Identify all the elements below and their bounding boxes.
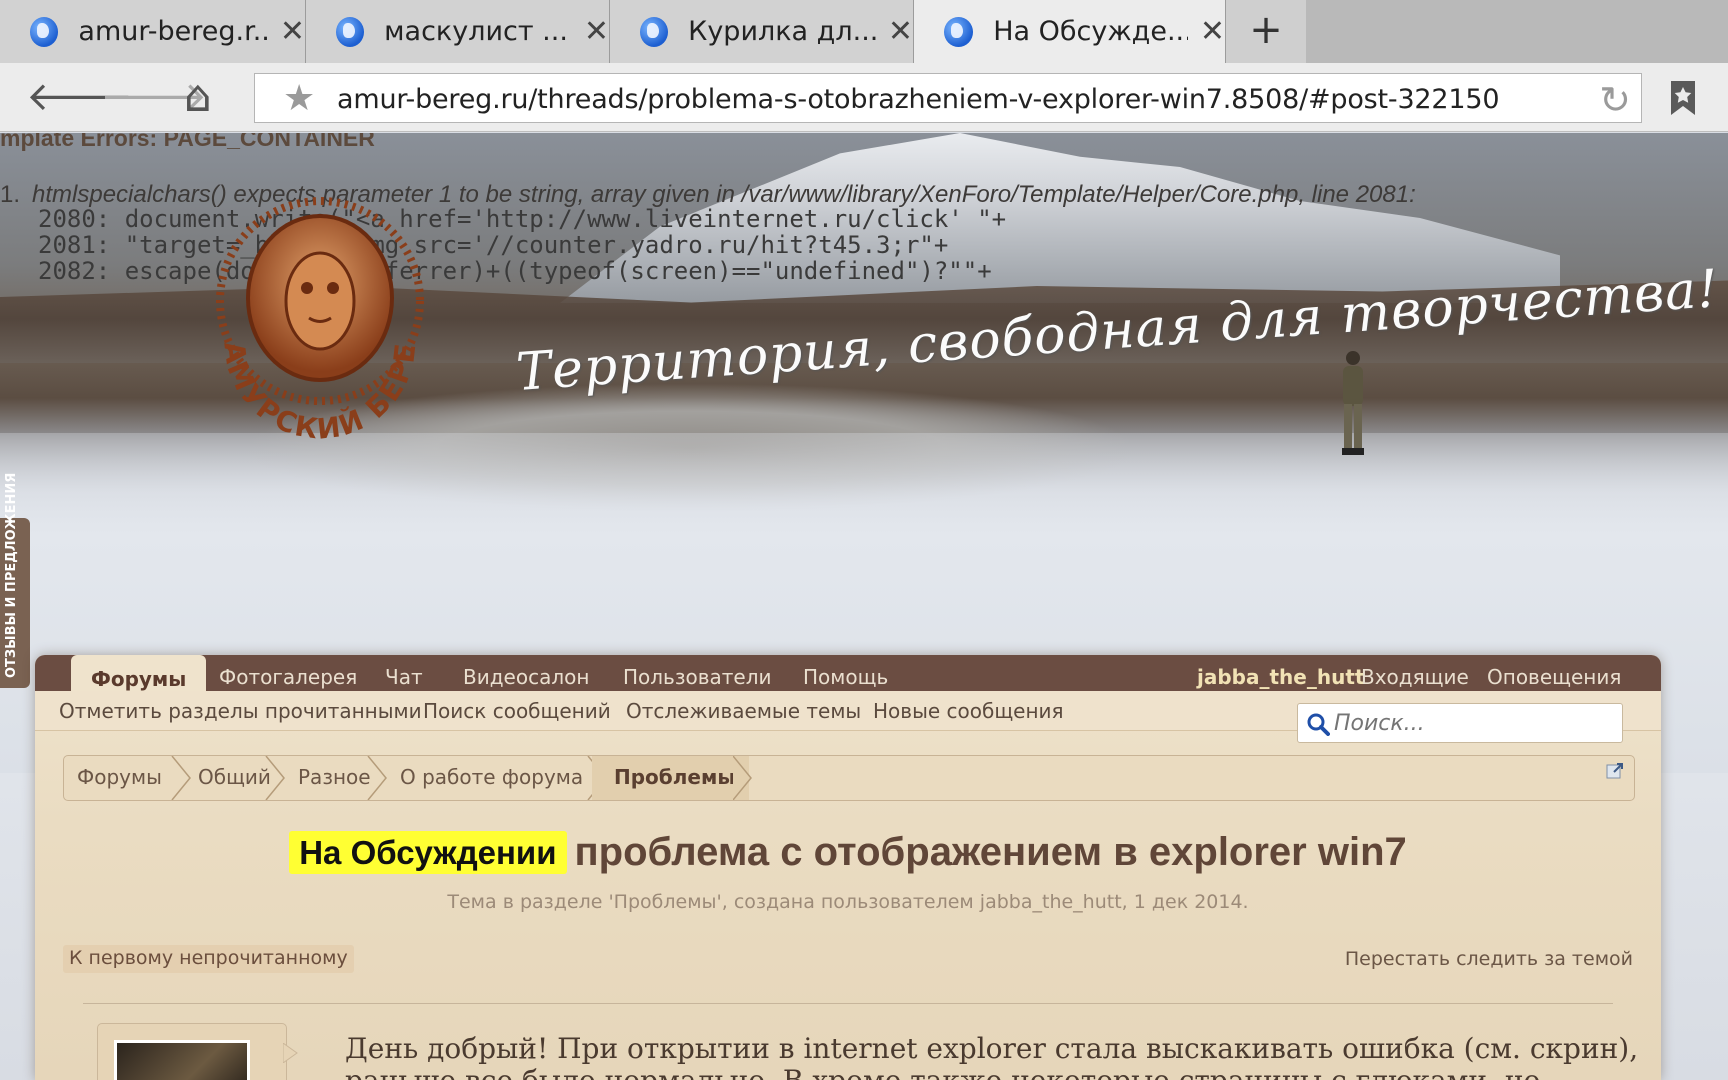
tab-title: amur-bereg.r... <box>78 16 268 47</box>
close-tab-icon[interactable]: ✕ <box>888 14 913 49</box>
thread-title: проблема с отображением в explorer win7 <box>574 830 1407 874</box>
forum-container: Форумы Фотогалерея Чат Видеосалон Пользо… <box>35 655 1661 1080</box>
breadcrumb-separator-icon <box>367 756 387 800</box>
nav-alerts[interactable]: Оповещения <box>1487 665 1621 689</box>
globe-icon <box>640 16 669 47</box>
template-error-title: mplate Errors: PAGE_CONTAINER <box>0 133 375 151</box>
error-index: 1. <box>0 181 21 208</box>
error-code-line: 2080: document.write("<a href='http://ww… <box>38 205 1007 233</box>
nav-tab-photo-gallery[interactable]: Фотогалерея <box>219 665 357 689</box>
close-tab-icon[interactable]: ✕ <box>280 14 305 49</box>
error-code-line: 2081: "target=_blank><img src='//counter… <box>38 231 949 259</box>
globe-icon <box>336 16 365 47</box>
author-arrow-icon <box>283 1043 298 1063</box>
new-posts-link[interactable]: Новые сообщения <box>873 699 1064 723</box>
post-text-line: День добрый! При открытии в internet exp… <box>345 1032 1639 1065</box>
url-text[interactable]: amur-bereg.ru/threads/problema-s-otobraz… <box>337 84 1500 115</box>
post-author-box <box>97 1023 287 1080</box>
search-input[interactable] <box>1334 708 1614 738</box>
breadcrumb-general[interactable]: Общий <box>198 756 271 800</box>
breadcrumb-separator-icon <box>265 756 285 800</box>
star-icon[interactable]: ★ <box>283 78 315 119</box>
forward-icon[interactable]: 🡒 <box>100 77 207 117</box>
tab-title: На Обсужде... <box>993 16 1188 47</box>
breadcrumb-current-problems[interactable]: Проблемы <box>592 756 750 800</box>
feedback-tab[interactable]: ОТЗЫВЫ И ПРЕДЛОЖЕНИЯ <box>0 473 30 688</box>
nav-user-account[interactable]: jabba_the_hutt <box>1197 665 1364 689</box>
tab-title: маскулист ... <box>384 16 568 47</box>
nav-tab-chat[interactable]: Чат <box>385 665 423 689</box>
mark-forums-read-link[interactable]: Отметить разделы прочитанными <box>59 699 422 723</box>
breadcrumb-separator-icon <box>171 756 191 800</box>
reload-icon[interactable]: ↻ <box>1599 78 1631 122</box>
feedback-tab-label: ОТЗЫВЫ И ПРЕДЛОЖЕНИЯ <box>4 472 19 678</box>
site-logo: АМУРСКИЙ БЕРЕГ <box>205 193 424 443</box>
close-tab-icon[interactable]: ✕ <box>584 14 609 49</box>
new-tab-button[interactable]: + <box>1226 0 1306 63</box>
thread-title-row: На Обсуждении проблема с отображением в e… <box>35 830 1661 875</box>
tab-strip: amur-bereg.r... ✕ маскулист ... ✕ Курилк… <box>0 0 1728 63</box>
thread-meta: Тема в разделе 'Проблемы', создана польз… <box>447 891 1249 913</box>
first-unread-button[interactable]: К первому непрочитанному <box>63 945 354 973</box>
bookmarks-icon[interactable] <box>1668 79 1698 117</box>
search-icon <box>1307 713 1330 736</box>
back-icon[interactable]: 🡐 <box>26 77 133 117</box>
tab-title: Курилка дл... <box>688 16 876 47</box>
watched-threads-link[interactable]: Отслеживаемые темы <box>626 699 861 723</box>
breadcrumb-forums[interactable]: Форумы <box>77 756 162 800</box>
breadcrumb-misc[interactable]: Разное <box>298 756 371 800</box>
search-box[interactable] <box>1297 703 1623 743</box>
home-icon[interactable]: ⌂ <box>176 75 220 119</box>
divider <box>83 1003 1613 1004</box>
breadcrumb-separator-icon <box>733 756 752 800</box>
close-tab-icon[interactable]: ✕ <box>1200 14 1225 49</box>
browser-toolbar: 🡐 🡒 ⌂ ★ amur-bereg.ru/threads/problema-s… <box>0 63 1728 132</box>
browser-tab-2[interactable]: маскулист ... ✕ <box>306 0 610 63</box>
nav-tab-help[interactable]: Помощь <box>803 665 888 689</box>
address-bar[interactable]: ★ amur-bereg.ru/threads/problema-s-otobr… <box>254 73 1642 123</box>
search-messages-link[interactable]: Поиск сообщений <box>423 699 611 723</box>
unwatch-thread-link[interactable]: Перестать следить за темой <box>1345 948 1633 970</box>
thread-prefix-badge: На Обсуждении <box>289 831 567 874</box>
browser-tab-4-active[interactable]: На Обсужде... ✕ <box>914 0 1226 63</box>
error-code-line: 2082: escape(document.referrer)+((typeof… <box>38 257 992 285</box>
breadcrumb: Форумы Общий Разное О работе форума Проб… <box>63 755 1635 801</box>
browser-tab-1[interactable]: amur-bereg.r... ✕ <box>0 0 306 63</box>
nav-tab-members[interactable]: Пользователи <box>623 665 772 689</box>
browser-tab-3[interactable]: Курилка дл... ✕ <box>610 0 914 63</box>
nav-inbox[interactable]: Входящие <box>1361 665 1469 689</box>
avatar[interactable] <box>114 1040 250 1080</box>
walking-person-figure <box>1342 351 1364 455</box>
globe-icon <box>944 16 974 47</box>
breadcrumb-about-forum[interactable]: О работе форума <box>400 756 583 800</box>
post-text-line: раньше все было нормально. В хроме также… <box>345 1065 1638 1080</box>
main-navigation: Форумы Фотогалерея Чат Видеосалон Пользо… <box>35 655 1661 691</box>
globe-icon <box>30 16 59 47</box>
popout-icon[interactable] <box>1606 762 1624 780</box>
post-message: День добрый! При открытии в internet exp… <box>345 1033 1638 1080</box>
nav-tab-video[interactable]: Видеосалон <box>463 665 589 689</box>
nav-tab-forums[interactable]: Форумы <box>71 655 207 691</box>
page-content: mplate Errors: PAGE_CONTAINER 1. htmlspec… <box>0 133 1728 1080</box>
